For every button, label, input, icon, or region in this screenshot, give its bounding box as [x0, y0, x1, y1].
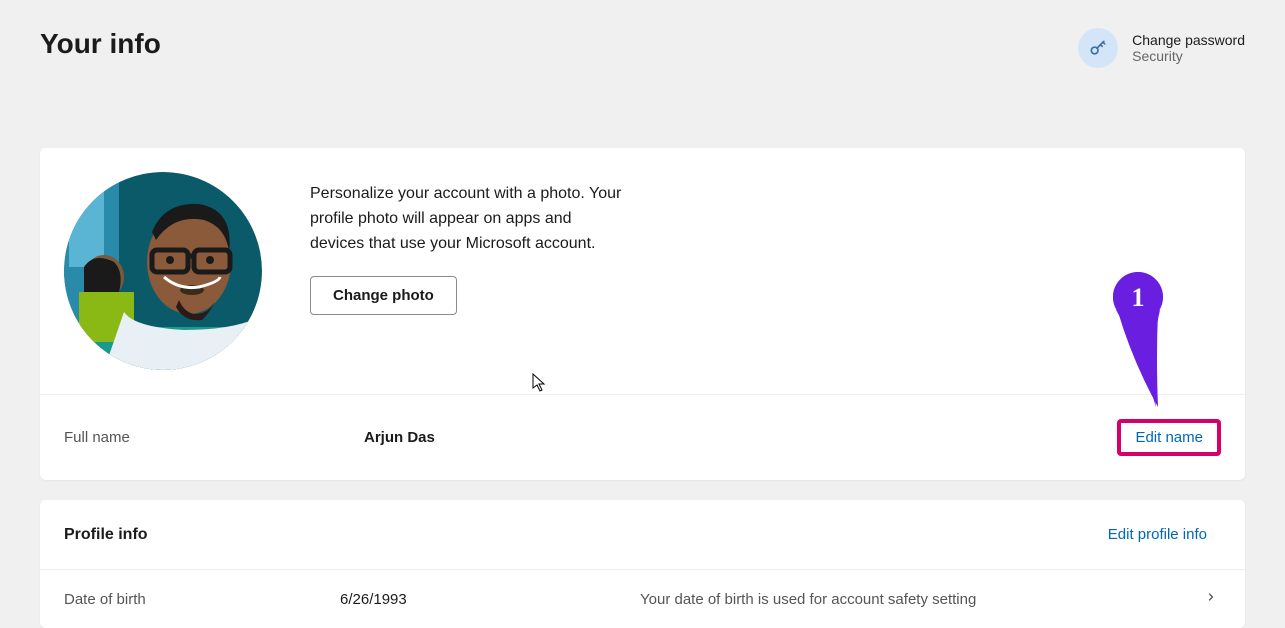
- change-password-subtitle: Security: [1132, 48, 1245, 64]
- dob-value: 6/26/1993: [340, 591, 640, 608]
- profile-info-card: Profile info Edit profile info Date of b…: [40, 500, 1245, 628]
- profile-card: Personalize your account with a photo. Y…: [40, 148, 1245, 480]
- full-name-label: Full name: [64, 429, 364, 446]
- key-icon: [1078, 28, 1118, 68]
- dob-label: Date of birth: [64, 591, 340, 608]
- change-password-link[interactable]: Change password Security: [1078, 28, 1245, 68]
- page-title: Your info: [40, 28, 161, 60]
- full-name-value: Arjun Das: [364, 429, 1117, 446]
- profile-info-title: Profile info: [64, 526, 148, 544]
- edit-profile-info-button[interactable]: Edit profile info: [1094, 520, 1221, 549]
- photo-description: Personalize your account with a photo. Y…: [310, 182, 630, 256]
- avatar: [64, 172, 262, 370]
- edit-name-button[interactable]: Edit name: [1121, 423, 1217, 452]
- chevron-right-icon: [1201, 590, 1221, 608]
- dob-description: Your date of birth is used for account s…: [640, 591, 1201, 608]
- date-of-birth-row[interactable]: Date of birth 6/26/1993 Your date of bir…: [40, 570, 1245, 628]
- change-password-title: Change password: [1132, 32, 1245, 48]
- change-photo-button[interactable]: Change photo: [310, 276, 457, 315]
